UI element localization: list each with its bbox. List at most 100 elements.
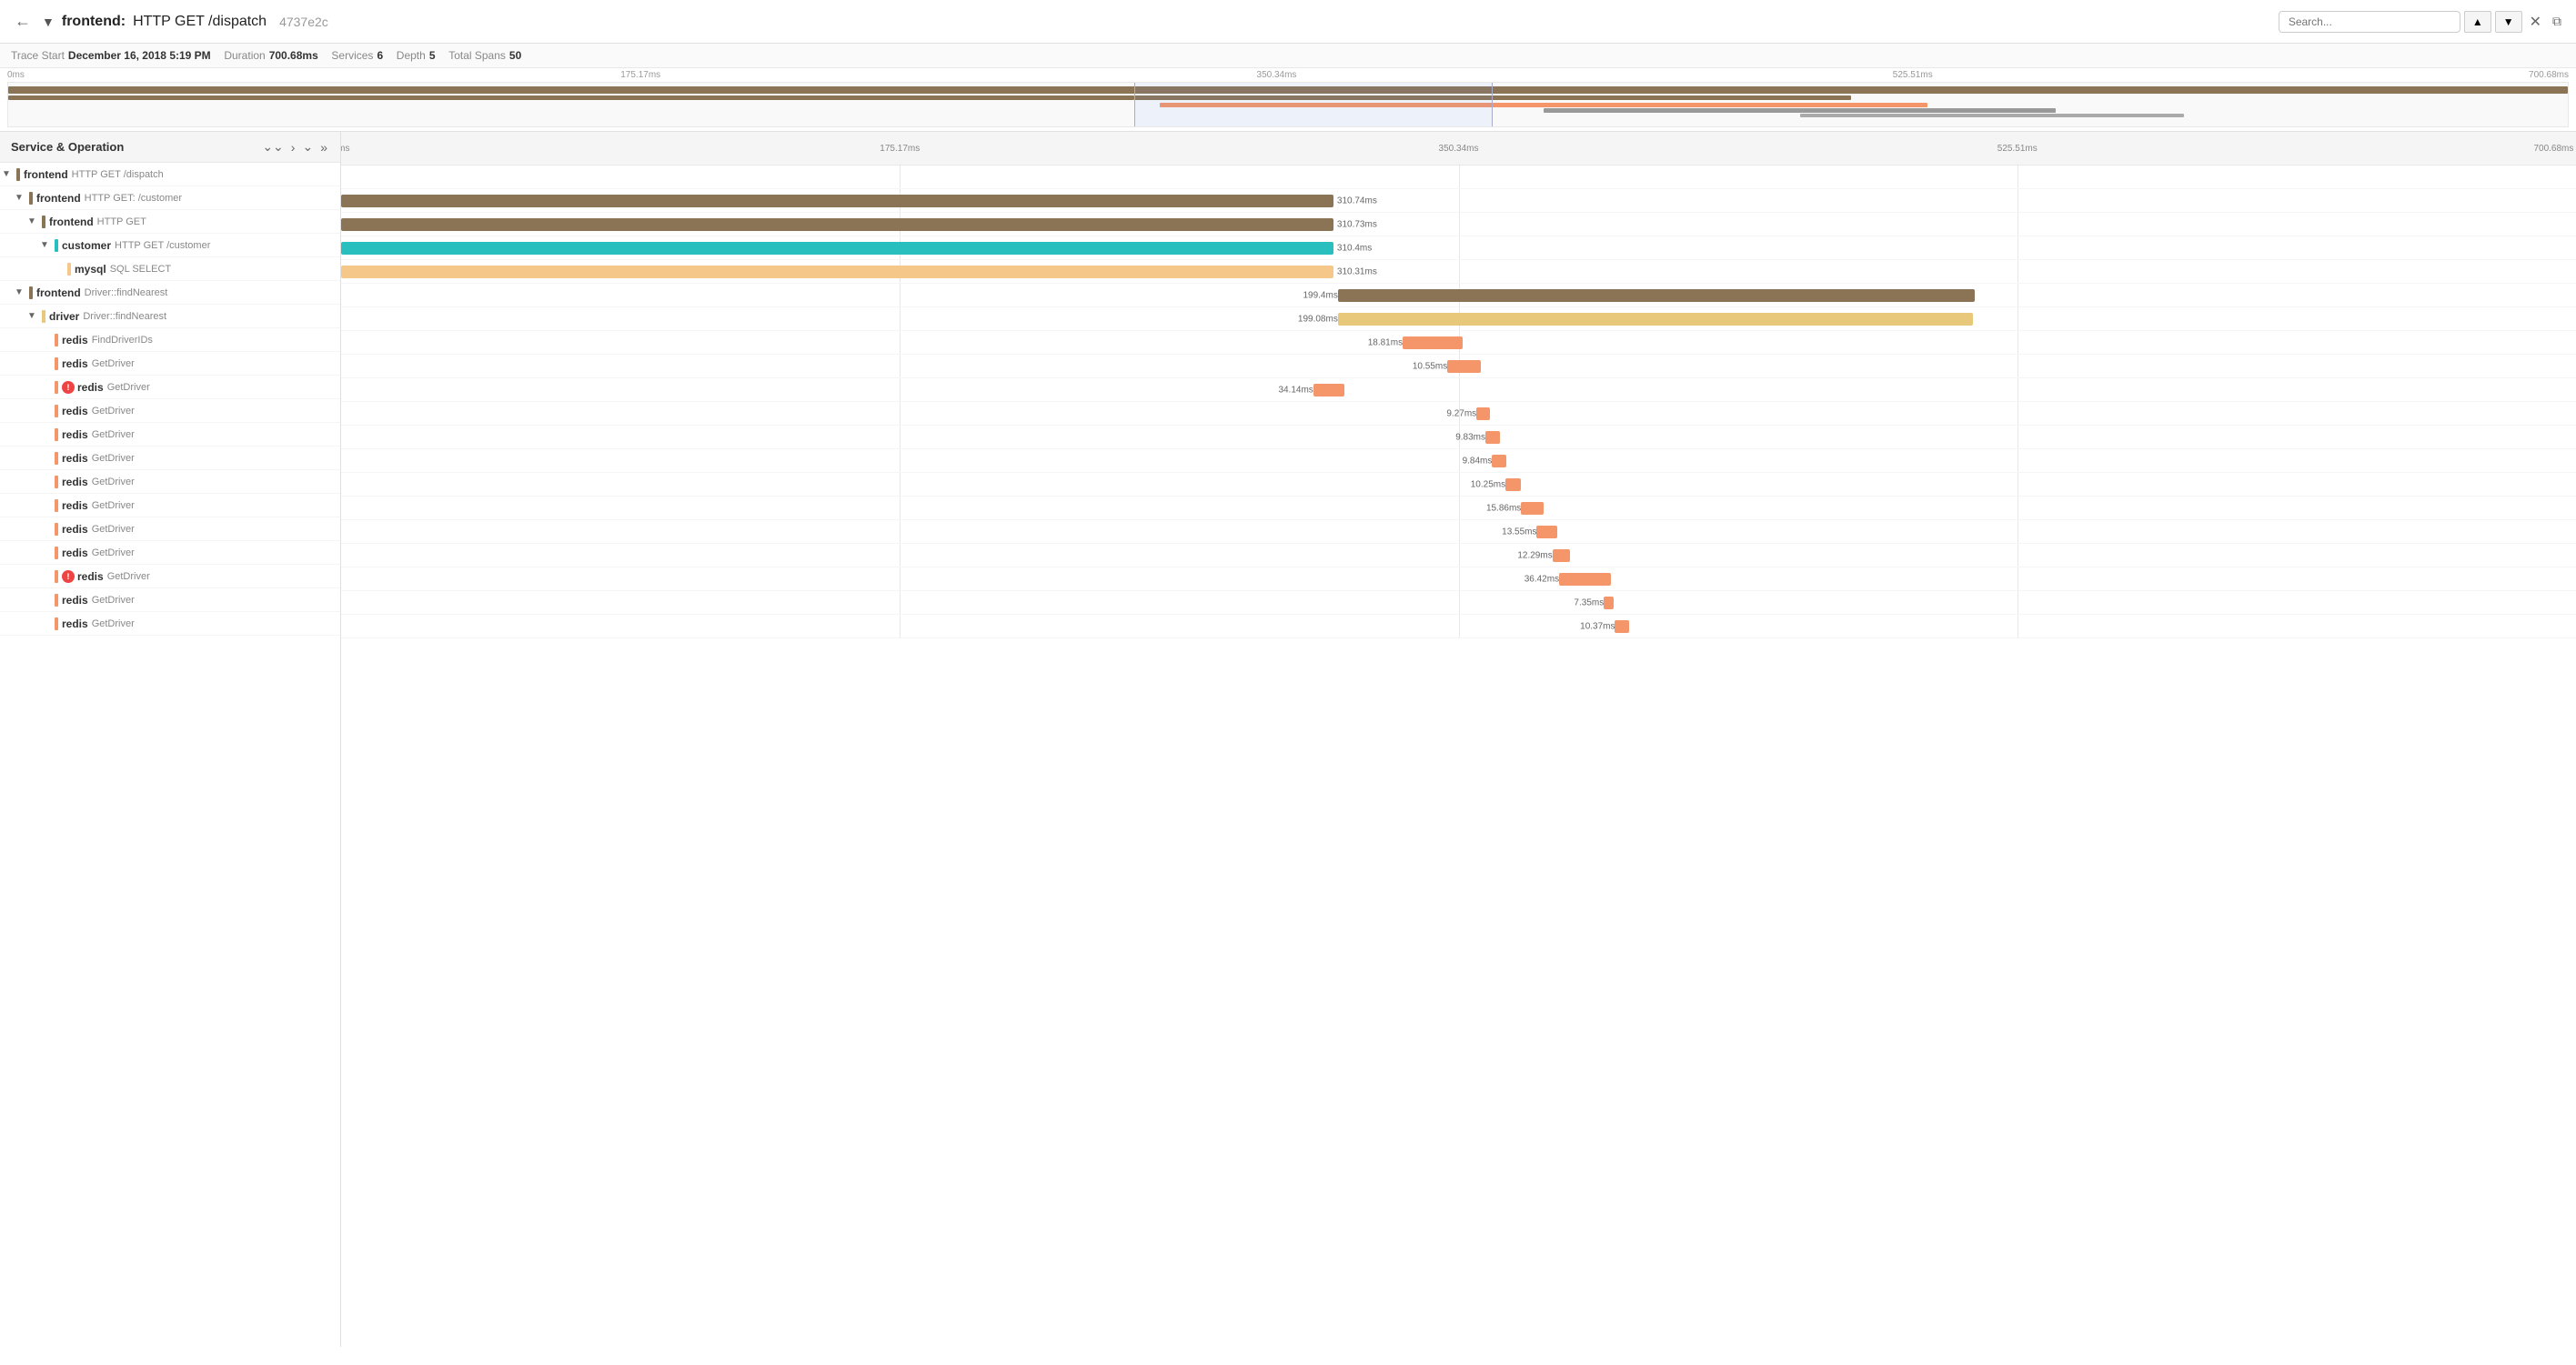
grid-line xyxy=(1459,189,1460,212)
tree-toggle[interactable]: ▼ xyxy=(13,287,25,297)
tree-row[interactable]: ▼ driver Driver::findNearest xyxy=(0,305,340,328)
grid-line xyxy=(1459,544,1460,567)
tree-row[interactable]: redis GetDriver xyxy=(0,447,340,470)
tree-row[interactable]: ▼ customer HTTP GET /customer xyxy=(0,234,340,257)
tree-row[interactable]: ▼ frontend HTTP GET: /customer xyxy=(0,186,340,210)
span-duration-label: 13.55ms xyxy=(1502,527,1536,537)
service-color-bar xyxy=(55,428,58,441)
grid-line xyxy=(1459,213,1460,236)
timeline-header: 0ms 175.17ms 350.34ms 525.51ms 700.68ms xyxy=(341,132,2576,166)
tree-toggle[interactable]: ▼ xyxy=(25,216,38,226)
nav-down-button[interactable]: ▼ xyxy=(2495,11,2522,33)
timeline-row[interactable] xyxy=(341,166,2576,189)
op-name: GetDriver xyxy=(92,524,135,535)
span-bar xyxy=(341,242,1333,255)
timeline-row[interactable]: 199.08ms xyxy=(341,307,2576,331)
timeline-rows[interactable]: 310.74ms310.73ms310.4ms310.31ms199.4ms 19… xyxy=(341,166,2576,1347)
service-color-bar xyxy=(55,334,58,346)
service-name: redis xyxy=(62,405,88,417)
op-name: GetDriver xyxy=(92,547,135,558)
span-bar xyxy=(1313,384,1344,396)
tree-row[interactable]: redis FindDriverIDs xyxy=(0,328,340,352)
tree-row[interactable]: ▼ frontend HTTP GET /dispatch xyxy=(0,163,340,186)
mini-timeline: 0ms 175.17ms 350.34ms 525.51ms 700.68ms xyxy=(0,68,2576,132)
span-duration-label: 18.81ms xyxy=(1368,337,1403,347)
mini-timeline-canvas[interactable] xyxy=(7,82,2569,127)
tick-1: 175.17ms xyxy=(620,70,660,80)
external-link-button[interactable]: ⧉ xyxy=(2549,14,2565,29)
service-name: frontend xyxy=(49,216,94,228)
left-panel-header: Service & Operation ⌄⌄ › ⌄ » xyxy=(0,132,340,163)
tree-row[interactable]: ! redis GetDriver xyxy=(0,565,340,588)
timeline-row[interactable]: 310.31ms xyxy=(341,260,2576,284)
tree-row[interactable]: redis GetDriver xyxy=(0,399,340,423)
expand-all-button[interactable]: » xyxy=(318,139,329,155)
timeline-row[interactable]: 7.35ms xyxy=(341,591,2576,615)
tree-toggle[interactable]: ▼ xyxy=(0,169,13,179)
op-name: GetDriver xyxy=(92,595,135,606)
op-name: GetDriver xyxy=(107,571,150,582)
tree-row[interactable]: redis GetDriver xyxy=(0,352,340,376)
grid-line xyxy=(900,355,901,377)
search-input[interactable] xyxy=(2279,11,2460,33)
grid-line xyxy=(900,497,901,519)
span-duration-label: 10.25ms xyxy=(1471,479,1505,489)
expand-next-button[interactable]: › xyxy=(289,139,297,155)
grid-line xyxy=(1459,473,1460,496)
tree-row[interactable]: ▼ frontend Driver::findNearest xyxy=(0,281,340,305)
depth-value: 5 xyxy=(429,49,436,62)
timeline-row[interactable]: 12.29ms xyxy=(341,544,2576,567)
tree-row[interactable]: redis GetDriver xyxy=(0,470,340,494)
timeline-row[interactable]: 199.4ms xyxy=(341,284,2576,307)
close-button[interactable]: ✕ xyxy=(2526,13,2545,31)
tree-row[interactable]: ▼ frontend HTTP GET xyxy=(0,210,340,234)
tree-row[interactable]: redis GetDriver xyxy=(0,541,340,565)
span-duration-label: 199.08ms xyxy=(1298,314,1338,324)
timeline-row[interactable]: 10.55ms xyxy=(341,355,2576,378)
grid-line xyxy=(1459,449,1460,472)
grid-line xyxy=(900,615,901,637)
grid-line xyxy=(1459,166,1460,188)
service-name: customer xyxy=(62,239,111,252)
timeline-row[interactable]: 36.42ms xyxy=(341,567,2576,591)
span-bar xyxy=(1338,289,1975,302)
tree-row[interactable]: mysql SQL SELECT xyxy=(0,257,340,281)
back-button[interactable]: ← xyxy=(11,12,35,31)
tree-container[interactable]: ▼ frontend HTTP GET /dispatch ▼ frontend… xyxy=(0,163,340,1347)
tree-row[interactable]: redis GetDriver xyxy=(0,612,340,636)
tree-row[interactable]: redis GetDriver xyxy=(0,423,340,447)
op-name: Driver::findNearest xyxy=(83,311,166,322)
tree-row[interactable]: redis GetDriver xyxy=(0,494,340,517)
op-name: GetDriver xyxy=(92,453,135,464)
timeline-row[interactable]: 310.74ms xyxy=(341,189,2576,213)
span-bar xyxy=(1559,573,1611,586)
timeline-row[interactable]: 310.4ms xyxy=(341,236,2576,260)
services-label: Services xyxy=(331,49,373,62)
grid-line xyxy=(900,426,901,448)
timeline-row[interactable]: 9.84ms xyxy=(341,449,2576,473)
trace-hash: 4737e2c xyxy=(279,15,328,29)
timeline-row[interactable]: 34.14ms xyxy=(341,378,2576,402)
timeline-row[interactable]: 310.73ms xyxy=(341,213,2576,236)
collapse-all-button[interactable]: ⌄⌄ xyxy=(260,139,285,155)
total-spans-value: 50 xyxy=(509,49,521,62)
timeline-row[interactable]: 10.37ms xyxy=(341,615,2576,638)
timeline-row[interactable]: 10.25ms xyxy=(341,473,2576,497)
service-color-bar xyxy=(55,239,58,252)
nav-up-button[interactable]: ▲ xyxy=(2464,11,2491,33)
service-name: redis xyxy=(62,594,88,607)
tree-toggle[interactable]: ▼ xyxy=(38,240,51,250)
tree-toggle[interactable]: ▼ xyxy=(25,311,38,321)
expand-one-button[interactable]: ⌄ xyxy=(300,139,315,155)
tree-row[interactable]: ! redis GetDriver xyxy=(0,376,340,399)
grid-line xyxy=(1459,236,1460,259)
timeline-row[interactable]: 15.86ms xyxy=(341,497,2576,520)
timeline-row[interactable]: 9.83ms xyxy=(341,426,2576,449)
tree-row[interactable]: redis GetDriver xyxy=(0,588,340,612)
timeline-tick-3: 525.51ms xyxy=(1997,144,2038,154)
timeline-row[interactable]: 9.27ms xyxy=(341,402,2576,426)
tree-row[interactable]: redis GetDriver xyxy=(0,517,340,541)
timeline-row[interactable]: 13.55ms xyxy=(341,520,2576,544)
tree-toggle[interactable]: ▼ xyxy=(13,193,25,203)
timeline-row[interactable]: 18.81ms xyxy=(341,331,2576,355)
